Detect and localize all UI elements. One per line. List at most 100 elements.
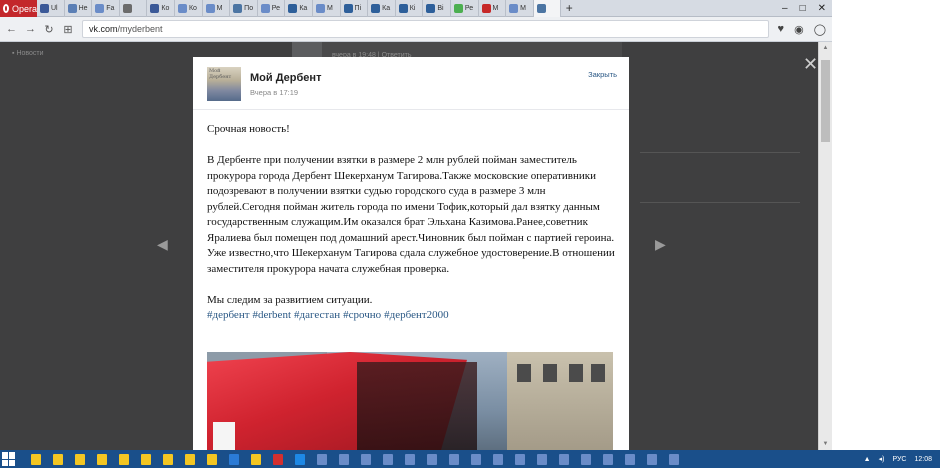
taskbar-app-icon[interactable] — [92, 452, 111, 466]
speed-dial-icon[interactable]: ⊞ — [63, 23, 73, 36]
opera-menu-button[interactable]: Opera — [0, 0, 37, 17]
tab-favicon-icon — [343, 4, 353, 13]
minimize-icon[interactable]: – — [782, 3, 788, 14]
taskbar-app-icon[interactable] — [378, 452, 397, 466]
browser-tab[interactable]: Пі — [341, 0, 369, 17]
taskbar-app-icon[interactable] — [642, 452, 661, 466]
taskbar-app-icon[interactable] — [26, 452, 45, 466]
browser-tab[interactable]: Ка — [285, 0, 313, 17]
browser-tab[interactable]: М — [506, 0, 534, 17]
avatar[interactable]: Мой Дербент — [207, 67, 241, 101]
tab-favicon-icon — [122, 4, 132, 13]
overlay-close-icon[interactable]: ✕ — [803, 55, 818, 73]
taskbar-app-icon[interactable] — [466, 452, 485, 466]
taskbar-app-icon[interactable] — [246, 452, 265, 466]
browser-tab[interactable]: М — [313, 0, 341, 17]
taskbar-app-icon[interactable] — [532, 452, 551, 466]
taskbar-app-icon[interactable] — [136, 452, 155, 466]
taskbar-app-icon[interactable] — [620, 452, 639, 466]
clock[interactable]: 12:08 — [914, 456, 932, 463]
taskbar-app-icon[interactable] — [554, 452, 573, 466]
url-host: vk.com — [89, 24, 118, 34]
extensions-icon[interactable]: ◉ — [794, 23, 804, 36]
next-post-arrow-icon[interactable]: ▶ — [655, 236, 666, 253]
taskbar-app-icon[interactable] — [202, 452, 221, 466]
browser-tab[interactable] — [120, 0, 148, 17]
scrollbar-thumb[interactable] — [821, 60, 830, 142]
browser-tab[interactable]: Ка — [368, 0, 396, 17]
browser-tab[interactable]: Ре — [451, 0, 479, 17]
close-link[interactable]: Закрыть — [588, 70, 617, 79]
hashtag-link[interactable]: #дербент — [207, 309, 250, 321]
taskbar-app-icon[interactable] — [114, 452, 133, 466]
browser-tab[interactable]: Кі — [396, 0, 424, 17]
taskbar-app-icon[interactable] — [268, 452, 287, 466]
page-scrollbar[interactable]: ▲ ▼ — [818, 42, 832, 450]
taskbar-app-icon[interactable] — [290, 452, 309, 466]
taskbar-app-icon[interactable] — [180, 452, 199, 466]
avatar-logo-text: Мой Дербент — [209, 68, 232, 80]
start-button[interactable] — [2, 452, 16, 466]
browser-tab[interactable]: Ко — [147, 0, 175, 17]
taskbar-app-icon[interactable] — [158, 452, 177, 466]
forward-icon[interactable]: → — [25, 23, 36, 35]
url-field[interactable]: vk.com/myderbent — [82, 20, 769, 38]
scroll-down-icon[interactable]: ▼ — [819, 438, 832, 450]
taskbar-app-icon[interactable] — [664, 452, 683, 466]
browser-tab[interactable]: М — [203, 0, 231, 17]
taskbar-app-icon[interactable] — [400, 452, 419, 466]
window-close-icon[interactable]: ✕ — [818, 3, 826, 14]
back-icon[interactable]: ← — [6, 23, 17, 35]
browser-tab[interactable]: Ul — [37, 0, 65, 17]
browser-tab[interactable]: Ко — [175, 0, 203, 17]
taskbar-app-icon[interactable] — [422, 452, 441, 466]
tab-favicon-icon — [40, 4, 49, 13]
scroll-up-icon[interactable]: ▲ — [819, 42, 832, 54]
divider — [640, 152, 800, 153]
taskbar-app-icon[interactable] — [70, 452, 89, 466]
browser-tab[interactable]: Не — [65, 0, 93, 17]
post-author[interactable]: Мой Дербент — [250, 72, 321, 84]
maximize-icon[interactable]: □ — [800, 3, 806, 14]
keyboard-language[interactable]: РУС — [892, 456, 906, 463]
taskbar-app-icon[interactable] — [334, 452, 353, 466]
taskbar-app-icon[interactable] — [488, 452, 507, 466]
taskbar-app-icon[interactable] — [312, 452, 331, 466]
browser-tab[interactable]: Ві — [423, 0, 451, 17]
browser-tab[interactable]: Fa — [92, 0, 120, 17]
tab-label: М — [520, 5, 526, 12]
post-headline: Срочная новость! — [207, 123, 290, 135]
browser-tab[interactable]: По — [230, 0, 258, 17]
volume-icon[interactable]: ◂) — [879, 455, 885, 463]
tab-favicon-icon — [67, 4, 77, 13]
account-icon[interactable]: ◯ — [814, 23, 826, 36]
reload-icon[interactable]: ↻ — [44, 23, 54, 36]
taskbar-app-icon[interactable] — [576, 452, 595, 466]
hashtag-link[interactable]: #дербент2000 — [384, 309, 449, 321]
taskbar-app-icon[interactable] — [444, 452, 463, 466]
post-time[interactable]: Вчера в 17:19 — [250, 88, 298, 97]
taskbar-app-icon[interactable] — [48, 452, 67, 466]
taskbar-app-icon[interactable] — [598, 452, 617, 466]
post-photo[interactable] — [207, 352, 613, 450]
taskbar-app-icon[interactable] — [356, 452, 375, 466]
previous-post-arrow-icon[interactable]: ◀ — [157, 236, 168, 253]
tab-favicon-icon — [509, 4, 519, 13]
taskbar-app-icon[interactable] — [224, 452, 243, 466]
taskbar-app-icon[interactable] — [510, 452, 529, 466]
post-modal: Мой Дербент Мой Дербент Вчера в 17:19 Зак… — [193, 57, 629, 450]
tab-favicon-icon — [371, 4, 381, 13]
hashtag-link[interactable]: #дагестан — [294, 309, 340, 321]
hashtag-link[interactable]: #срочно — [343, 309, 381, 321]
tray-arrow-icon[interactable]: ▲ — [864, 456, 871, 463]
tab-label: Кі — [409, 5, 416, 12]
post-header: Мой Дербент Мой Дербент Вчера в 17:19 Зак… — [193, 57, 629, 110]
new-tab-button[interactable]: + — [561, 0, 577, 16]
browser-tab[interactable]: Ре — [258, 0, 286, 17]
taskbar: ▲ ◂) РУС 12:08 — [0, 450, 940, 468]
hashtag-link[interactable]: #derbent — [253, 309, 291, 321]
favorite-heart-icon[interactable]: ♥ — [778, 23, 785, 36]
post-paragraph: В Дербенте при получении взятки в размер… — [207, 154, 615, 244]
browser-tab[interactable] — [533, 0, 562, 17]
browser-tab[interactable]: М — [479, 0, 507, 17]
